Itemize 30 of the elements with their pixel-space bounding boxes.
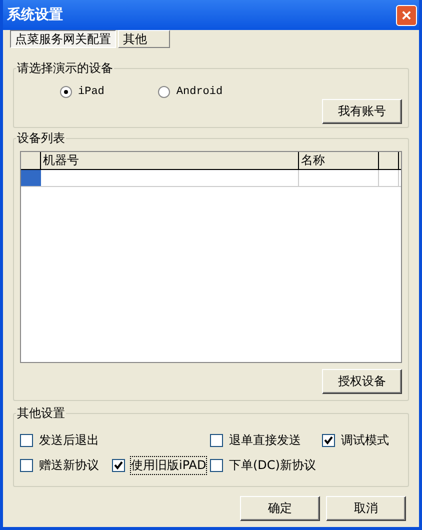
- checkbox[interactable]: 调试模式: [322, 432, 402, 449]
- checkbox-label: 发送后退出: [39, 432, 99, 449]
- account-button[interactable]: 我有账号: [322, 99, 402, 124]
- group-title: 请选择演示的设备: [16, 60, 114, 77]
- dialog-button[interactable]: 确定: [240, 496, 320, 521]
- checkbox[interactable]: 发送后退出: [20, 432, 112, 449]
- close-button[interactable]: ×: [396, 4, 417, 26]
- radio-label: iPad: [78, 86, 104, 98]
- checkbox-label: 使用旧版iPAD: [131, 457, 206, 474]
- radio-label: Android: [176, 86, 223, 98]
- authorize-button[interactable]: 授权设备: [322, 369, 402, 394]
- tab[interactable]: 点菜服务网关配置: [10, 30, 116, 48]
- window-title: 系统设置: [7, 6, 63, 24]
- radio-button[interactable]: iPad: [60, 86, 104, 98]
- radio-button[interactable]: Android: [158, 86, 223, 98]
- table-row[interactable]: [21, 170, 401, 187]
- checkbox-label: 退单直接发送: [229, 432, 301, 449]
- checkbox-label: 调试模式: [341, 432, 389, 449]
- group-title: 其他设置: [16, 405, 66, 422]
- dialog-button[interactable]: 取消: [326, 496, 406, 521]
- column-header[interactable]: 机器号: [41, 152, 299, 169]
- checkbox-label: 赠送新协议: [39, 457, 99, 474]
- column-header[interactable]: 名称: [299, 152, 379, 169]
- checkbox-label: 下单(DC)新协议: [229, 457, 316, 474]
- tab[interactable]: 其他: [118, 30, 170, 48]
- checkbox[interactable]: 使用旧版iPAD: [112, 457, 210, 474]
- checkbox[interactable]: 赠送新协议: [20, 457, 112, 474]
- checkbox[interactable]: 下单(DC)新协议: [210, 457, 322, 474]
- checkbox[interactable]: 退单直接发送: [210, 432, 322, 449]
- group-title: 设备列表: [16, 130, 66, 147]
